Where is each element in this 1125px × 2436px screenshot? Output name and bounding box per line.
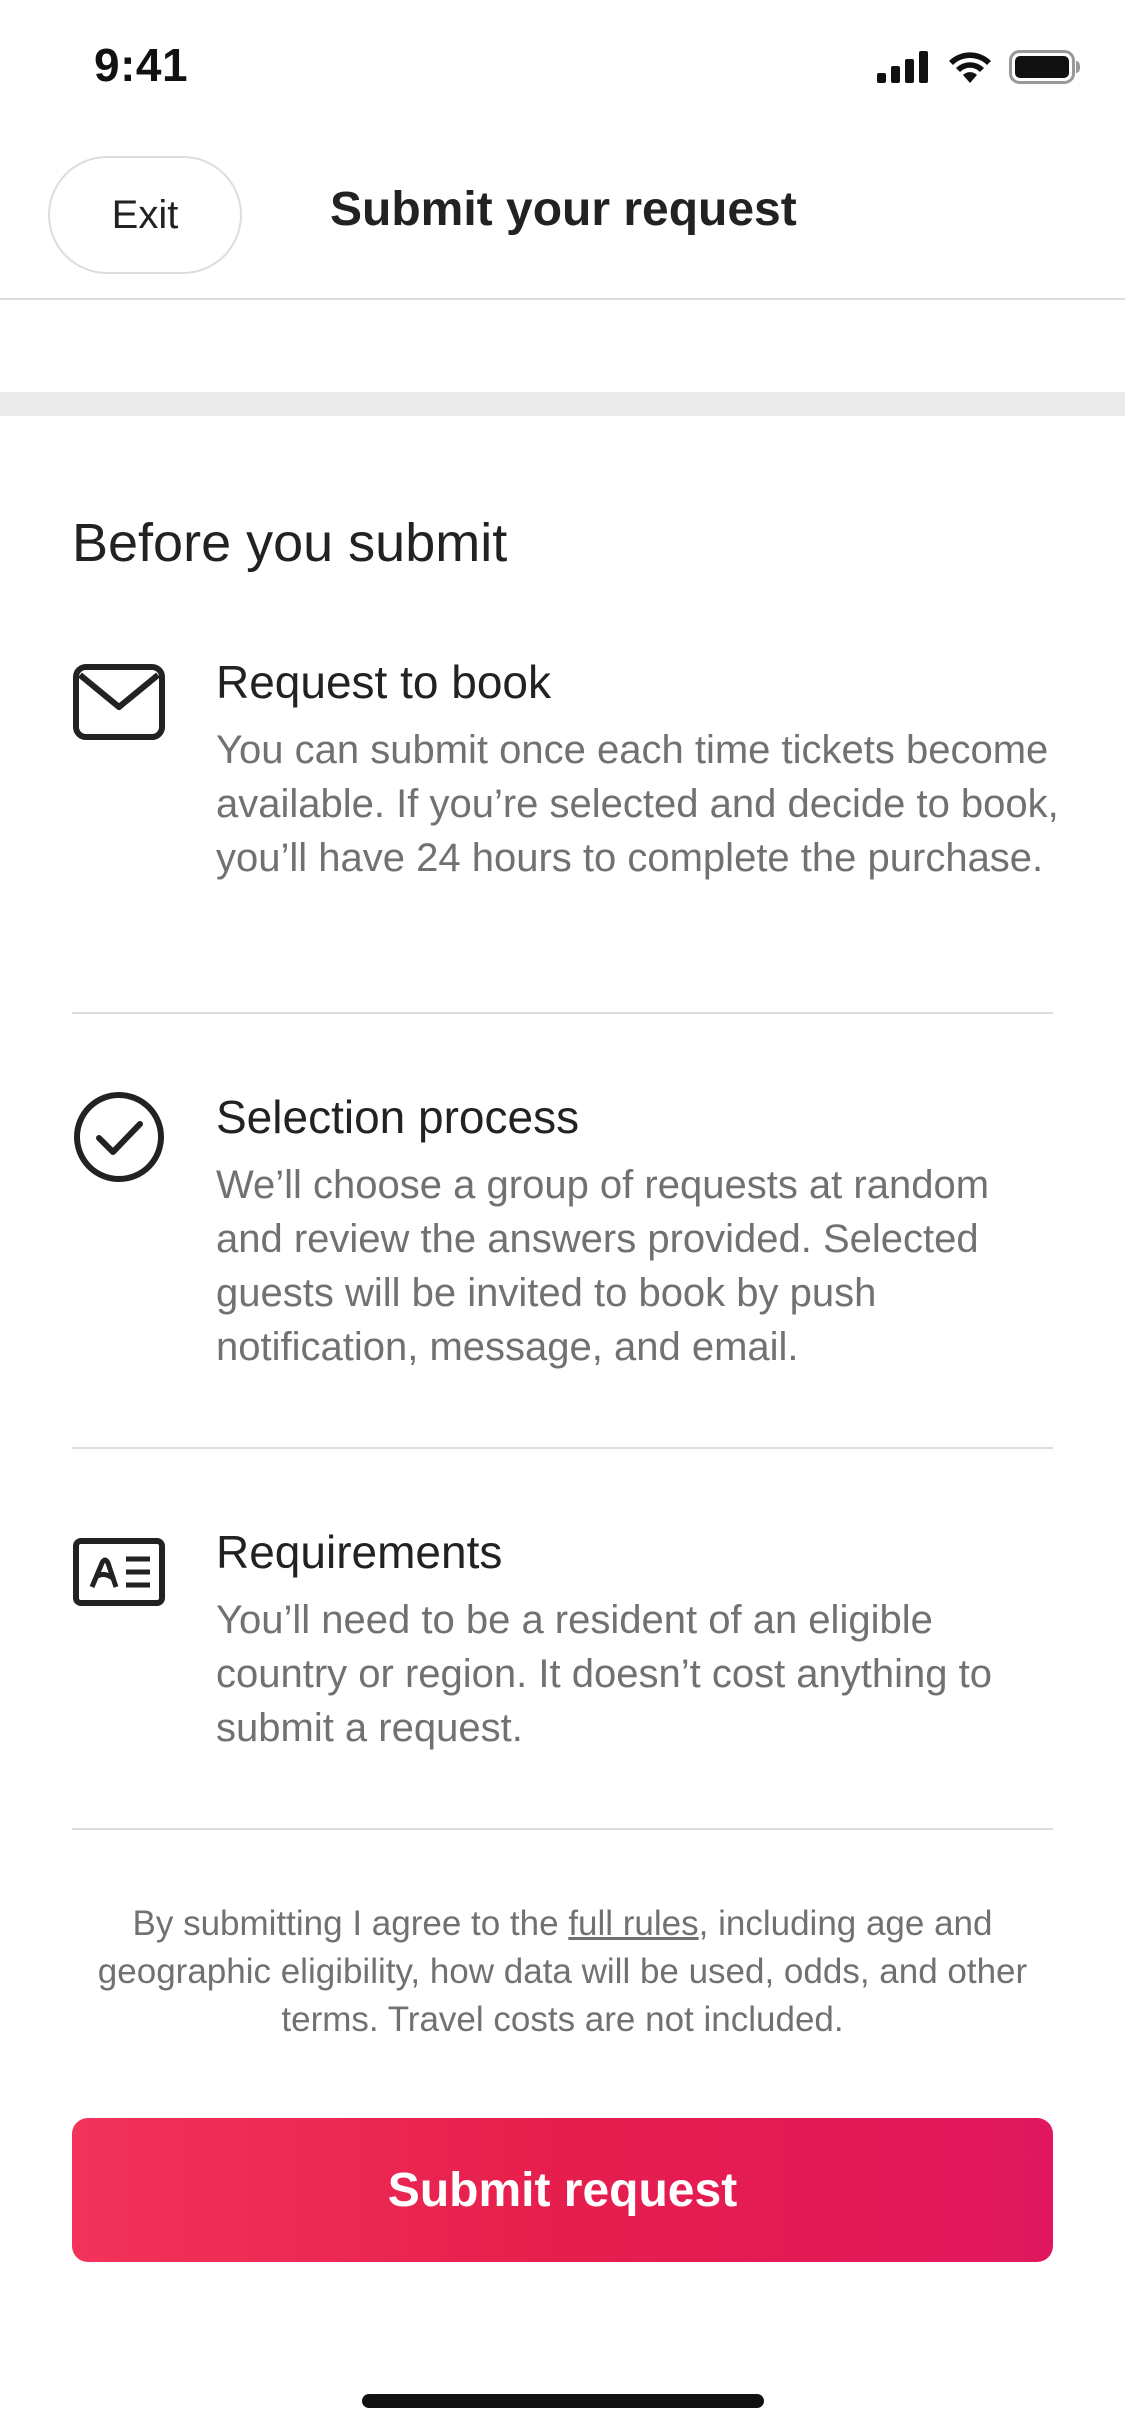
- wifi-icon: [949, 52, 991, 83]
- info-item-requirements: Requirements You’ll need to be a residen…: [72, 1525, 1053, 1765]
- status-bar: 9:41: [0, 0, 1125, 140]
- info-item-title: Request to book: [216, 656, 552, 708]
- divider: [72, 1828, 1053, 1830]
- section-title: Before you submit: [72, 513, 508, 573]
- full-rules-link[interactable]: full rules: [568, 1904, 698, 1943]
- submit-request-button[interactable]: Submit request: [72, 2118, 1053, 2262]
- check-circle-icon: [74, 1092, 164, 1182]
- legal-text-prefix: By submitting I agree to the: [132, 1904, 569, 1943]
- info-item-description: You’ll need to be a resident of an eligi…: [216, 1598, 992, 1750]
- id-card-icon: [73, 1538, 165, 1606]
- battery-icon: [1009, 50, 1080, 84]
- header: Exit Submit your request: [0, 140, 1125, 300]
- info-item-request-to-book: Request to book You can submit once each…: [72, 655, 1059, 945]
- exit-button[interactable]: Exit: [48, 156, 242, 274]
- info-item-description: We’ll choose a group of requests at rand…: [216, 1163, 990, 1369]
- divider: [72, 1012, 1053, 1014]
- info-item-title: Requirements: [216, 1526, 503, 1578]
- page-title: Submit your request: [330, 183, 797, 236]
- legal-text: By submitting I agree to the full rules,…: [72, 1900, 1053, 2044]
- envelope-icon: [73, 664, 165, 740]
- home-indicator: [362, 2394, 764, 2408]
- info-item-description: You can submit once each time tickets be…: [216, 728, 1059, 880]
- divider: [72, 1447, 1053, 1449]
- section-separator-band: [0, 392, 1125, 416]
- status-time: 9:41: [94, 39, 189, 91]
- info-item-selection-process: Selection process We’ll choose a group o…: [72, 1090, 1053, 1380]
- cellular-signal-icon: [877, 51, 928, 83]
- status-icons: [877, 50, 1081, 84]
- info-item-title: Selection process: [216, 1091, 580, 1143]
